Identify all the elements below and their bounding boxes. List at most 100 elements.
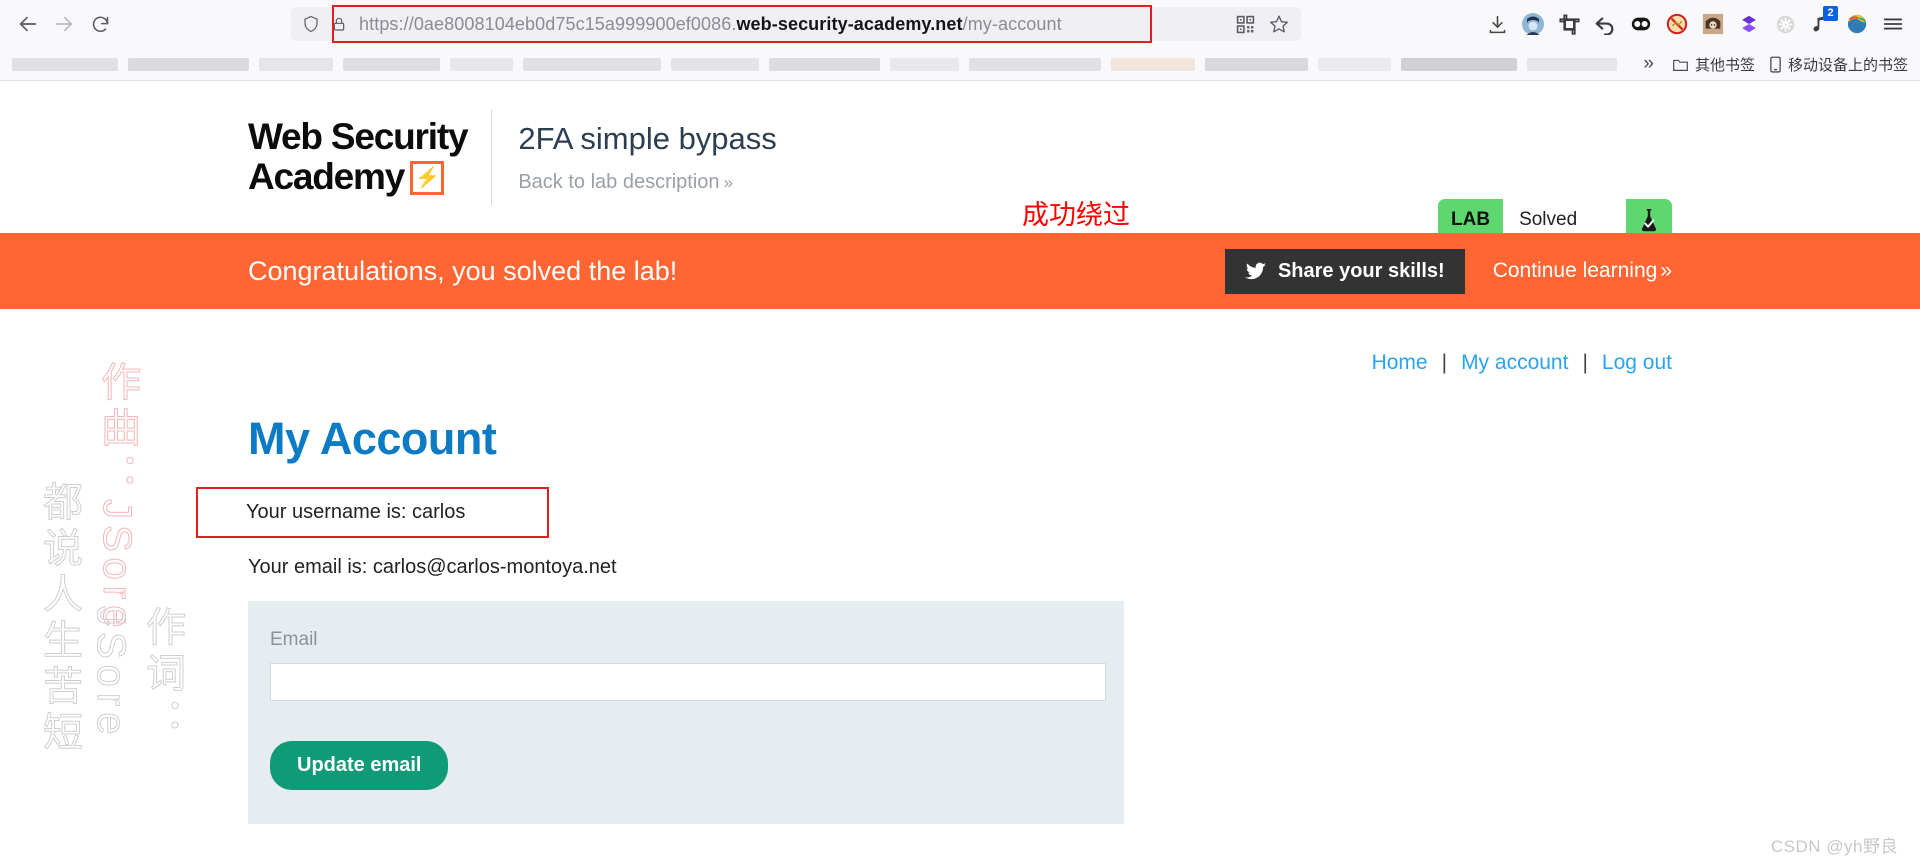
blurred-bookmark[interactable]: [258, 57, 334, 71]
blurred-bookmark[interactable]: [670, 57, 760, 71]
chevron-right-icon: »: [1660, 259, 1672, 282]
continue-learning-link[interactable]: Continue learning»: [1493, 259, 1672, 283]
nav-link-my-account[interactable]: My account: [1461, 351, 1568, 375]
banner-message: Congratulations, you solved the lab!: [248, 255, 678, 286]
blurred-bookmark[interactable]: [12, 57, 119, 71]
url-path: /my-account: [962, 14, 1062, 34]
star-outline-icon: [1270, 15, 1288, 33]
mobile-device-icon: [1770, 56, 1781, 73]
back-link-label: Back to lab description: [518, 170, 720, 193]
nav-separator: |: [1441, 351, 1448, 374]
site-security-button[interactable]: [325, 10, 353, 38]
reload-button[interactable]: [82, 6, 118, 42]
main-content: My Account Your username is: carlos Your…: [0, 375, 1920, 824]
bookmark-folder-mobile[interactable]: 移动设备上的书签: [1769, 54, 1908, 75]
chevron-right-icon: »: [723, 172, 734, 192]
reload-icon: [92, 16, 108, 32]
anime-character-icon: [1702, 13, 1724, 35]
other-bookmarks-label: 其他书签: [1694, 56, 1755, 74]
colorful-globe-icon[interactable]: [1840, 7, 1874, 41]
web-security-academy-logo[interactable]: Web Security Academy: [248, 116, 469, 197]
blurred-bookmark[interactable]: [128, 57, 249, 71]
email-text: Your email is: carlos@carlos-montoya.net: [248, 556, 617, 578]
blurred-bookmark[interactable]: [1205, 57, 1308, 71]
csdn-watermark: CSDN @yh野良: [1770, 837, 1898, 856]
colorful-sphere-icon: [1847, 14, 1867, 34]
blurred-bookmark[interactable]: [968, 57, 1101, 71]
downloads-icon[interactable]: [1480, 7, 1514, 41]
blurred-bookmark[interactable]: [1526, 57, 1618, 71]
update-email-button[interactable]: Update email: [270, 741, 449, 790]
mobile-bookmarks-label: 移动设备上的书签: [1787, 56, 1908, 74]
download-arrow-icon: [1489, 15, 1505, 33]
update-email-form: Email Update email: [248, 601, 1124, 824]
urlbar-actions: [1231, 10, 1295, 38]
blurred-bookmark[interactable]: [449, 57, 513, 71]
padlock-icon: [333, 17, 345, 31]
forward-button[interactable]: [46, 6, 82, 42]
dropbox-icon[interactable]: [1732, 7, 1766, 41]
bookmarks-bar-right: » 其他书签 移动设备上的书签: [1627, 53, 1908, 75]
arrow-right-icon: [55, 16, 73, 32]
bookmark-page-button[interactable]: [1265, 10, 1293, 38]
nav-link-home[interactable]: Home: [1372, 351, 1428, 375]
username-text: Your username is: carlos: [246, 501, 466, 523]
qr-code-icon: [1236, 15, 1254, 33]
bookmarks-bar: » 其他书签 移动设备上的书签: [0, 48, 1920, 80]
nav-separator: |: [1582, 351, 1588, 374]
continue-link-label: Continue learning: [1492, 259, 1658, 282]
folder-icon: [1673, 59, 1688, 71]
music-extension-icon[interactable]: 2: [1804, 6, 1838, 41]
blurred-bookmark[interactable]: [1317, 57, 1391, 71]
lab-info: 2FA simple bypass Back to lab descriptio…: [518, 121, 776, 194]
url-text: https://0ae8008104eb0d75c15a999900ef0086…: [353, 7, 1062, 41]
url-domain: web-security-academy.net: [736, 14, 963, 34]
address-bar[interactable]: https://0ae8008104eb0d75c15a999900ef0086…: [291, 5, 1301, 43]
account-navigation: Home | My account | Log out: [0, 309, 1920, 375]
annotation-success-text: 成功绕过: [1022, 200, 1130, 230]
gear-icon: [1776, 15, 1794, 33]
extension-badge-count: 2: [1823, 6, 1838, 21]
twitter-bird-icon: [1244, 262, 1267, 279]
account-avatar-icon[interactable]: [1516, 7, 1550, 41]
logo-line-1: Web Security: [248, 116, 469, 157]
blurred-bookmark[interactable]: [522, 57, 661, 71]
avatar-icon: [1522, 13, 1544, 35]
url-prefix: https://0ae8008104eb0d75c15a999900ef0086…: [359, 14, 737, 34]
email-input[interactable]: [270, 663, 1106, 701]
blurred-bookmark[interactable]: [343, 57, 440, 71]
logo-text: Web Security Academy: [248, 116, 469, 197]
bookmark-folder-other[interactable]: 其他书签: [1672, 54, 1755, 75]
back-to-lab-description-link[interactable]: Back to lab description»: [518, 171, 776, 194]
tracking-shield-button[interactable]: [297, 10, 325, 38]
blurred-bookmark[interactable]: [1110, 57, 1196, 71]
banner-actions: Share your skills! Continue learning»: [1224, 248, 1672, 294]
browser-navigation-bar: https://0ae8008104eb0d75c15a999900ef0086…: [0, 0, 1920, 48]
share-button-label: Share your skills!: [1277, 259, 1445, 282]
blurred-bookmark[interactable]: [1400, 57, 1517, 71]
dark-reader-icon[interactable]: [1624, 7, 1658, 41]
share-your-skills-button[interactable]: Share your skills!: [1224, 248, 1465, 294]
undo-arrow-icon[interactable]: [1588, 7, 1622, 41]
grey-gear-icon[interactable]: [1768, 7, 1802, 41]
qr-code-button[interactable]: [1231, 10, 1259, 38]
blurred-bookmark[interactable]: [889, 57, 959, 71]
dark-reader-glasses-icon: [1631, 17, 1651, 31]
crop-icon: [1558, 13, 1580, 35]
screenshot-crop-icon[interactable]: [1552, 7, 1586, 41]
adblock-icon[interactable]: [1660, 7, 1694, 41]
hamburger-menu-icon[interactable]: [1876, 7, 1910, 41]
blurred-bookmark[interactable]: [769, 57, 880, 71]
header-divider: [491, 109, 493, 205]
success-banner: Congratulations, you solved the lab! Sha…: [0, 233, 1920, 309]
blurred-bookmark-items[interactable]: [12, 51, 1627, 77]
arrow-left-icon: [19, 16, 37, 32]
back-button[interactable]: [10, 6, 46, 42]
undo-icon: [1595, 17, 1614, 35]
extension-toolbar: 2: [1466, 6, 1910, 41]
lightning-bolt-icon: [410, 161, 445, 195]
anime-avatar-icon[interactable]: [1696, 7, 1730, 41]
bookmarks-overflow-chevron[interactable]: »: [1643, 53, 1658, 75]
nav-link-log-out[interactable]: Log out: [1602, 351, 1672, 375]
adblock-no-ads-icon: [1666, 13, 1688, 35]
